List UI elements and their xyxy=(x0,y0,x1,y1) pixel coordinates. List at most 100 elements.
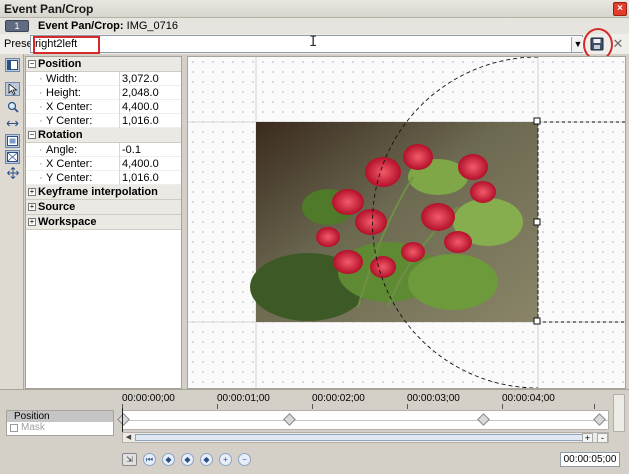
zoom-tool[interactable] xyxy=(5,100,20,114)
prop-row: X Center: 4,400.0 xyxy=(26,100,181,114)
prop-value-field[interactable]: 4,400.0 xyxy=(119,100,181,114)
prop-row: Width: 3,072.0 xyxy=(26,72,181,86)
keyframe-marker[interactable] xyxy=(283,413,296,426)
prop-value-field[interactable]: -0.1 xyxy=(119,143,181,157)
ruler-tick xyxy=(594,404,595,409)
prop-row: Height: 2,048.0 xyxy=(26,86,181,100)
horizontal-move-icon xyxy=(6,120,19,126)
timeline-horizontal-scrollbar[interactable]: ◀ xyxy=(122,432,609,443)
group-workspace[interactable]: + Workspace xyxy=(26,215,181,230)
keyframe-marker[interactable] xyxy=(477,413,490,426)
ruler-label: 00:00:00;00 xyxy=(122,393,175,404)
scroll-thumb[interactable] xyxy=(135,434,583,441)
close-x-icon: ✕ xyxy=(612,36,624,51)
size-center-icon xyxy=(7,152,18,162)
prop-value-field[interactable]: 4,400.0 xyxy=(119,157,181,171)
prop-value-field[interactable]: 1,016.0 xyxy=(119,171,181,185)
size-about-center-tool[interactable] xyxy=(5,150,20,164)
event-title-prefix: Event Pan/Crop: xyxy=(38,20,124,32)
zoom-out-button[interactable]: - xyxy=(597,433,608,443)
preset-input[interactable] xyxy=(30,35,583,53)
preset-dropdown-button[interactable]: ▼ xyxy=(571,37,584,52)
chevron-down-icon: ▼ xyxy=(573,39,583,49)
source-image-photo xyxy=(250,122,538,322)
group-label: Position xyxy=(38,58,82,70)
keyframe-marker[interactable] xyxy=(117,413,130,426)
workspace-overlay xyxy=(188,57,625,388)
playhead-cursor[interactable] xyxy=(122,408,123,432)
ruler-label: 00:00:04;00 xyxy=(502,393,555,404)
keyframe-lane[interactable] xyxy=(117,410,609,430)
first-keyframe-icon[interactable]: ⏮ xyxy=(143,452,156,466)
magnifier-icon xyxy=(7,101,19,113)
event-track-icon: 1 xyxy=(5,20,29,32)
delete-keyframe-icon[interactable]: − xyxy=(238,452,251,466)
group-label: Keyframe interpolation xyxy=(38,186,158,198)
timeline-ruler[interactable]: 00:00:00;00 00:00:01;00 00:00:02;00 00:0… xyxy=(122,391,595,409)
arrow-pointer-icon xyxy=(8,83,18,95)
move-both-axes-tool[interactable] xyxy=(5,166,20,180)
expand-icon[interactable]: + xyxy=(28,218,36,226)
prop-value-field[interactable]: 3,072.0 xyxy=(119,72,181,86)
move-freely-tool[interactable] xyxy=(5,116,20,130)
timeline-vertical-scrollbar[interactable] xyxy=(613,394,625,432)
window-title: Event Pan/Crop xyxy=(4,2,94,16)
prop-name: Y Center: xyxy=(39,114,92,128)
track-mask-label: Mask xyxy=(21,422,45,433)
track-position[interactable]: Position xyxy=(7,411,113,422)
event-header: 1 Event Pan/Crop: IMG_0716 xyxy=(0,18,629,34)
ruler-tick xyxy=(312,404,313,409)
event-title: Event Pan/Crop: IMG_0716 xyxy=(38,20,178,32)
prop-row: Y Center: 1,016.0 xyxy=(26,171,181,185)
lock-aspect-tool[interactable] xyxy=(5,134,20,148)
save-preset-button[interactable] xyxy=(589,36,605,52)
ruler-tick xyxy=(217,404,218,409)
aspect-ratio-icon xyxy=(7,136,18,146)
tool-strip xyxy=(0,54,24,390)
prop-row: Y Center: 1,016.0 xyxy=(26,114,181,128)
collapse-icon[interactable]: − xyxy=(28,60,36,68)
group-label: Workspace xyxy=(38,216,97,228)
group-rotation[interactable]: − Rotation xyxy=(26,128,181,143)
group-position[interactable]: − Position xyxy=(26,57,181,72)
group-source[interactable]: + Source xyxy=(26,200,181,215)
clip-name: IMG_0716 xyxy=(126,20,179,32)
prop-name: X Center: xyxy=(39,100,93,114)
expand-icon[interactable]: + xyxy=(28,188,36,196)
sync-cursor-icon[interactable]: ⇲ xyxy=(122,452,137,466)
lane-line xyxy=(123,420,608,421)
ruler-label: 00:00:01;00 xyxy=(217,393,270,404)
pan-crop-workspace[interactable] xyxy=(187,56,626,389)
group-keyframe-interpolation[interactable]: + Keyframe interpolation xyxy=(26,185,181,200)
collapse-icon[interactable]: − xyxy=(28,131,36,139)
show-properties-tool[interactable] xyxy=(5,58,20,72)
save-disk-icon xyxy=(590,37,604,51)
text-cursor-icon: I xyxy=(309,34,318,50)
prop-row: Angle: -0.1 xyxy=(26,143,181,157)
delete-preset-button[interactable]: ✕ xyxy=(612,37,624,51)
track-mask[interactable]: Mask xyxy=(7,422,113,434)
ruler-tick xyxy=(502,404,503,409)
expand-icon[interactable]: + xyxy=(28,203,36,211)
mask-checkbox[interactable] xyxy=(10,424,18,432)
cursor-timecode[interactable]: 00:00:05;00 xyxy=(560,452,620,467)
prop-value-field[interactable]: 1,016.0 xyxy=(119,114,181,128)
next-keyframe-icon[interactable]: ◆ xyxy=(181,452,194,466)
window-titlebar: Event Pan/Crop × xyxy=(0,0,629,18)
prop-name: Y Center: xyxy=(39,171,92,185)
add-keyframe-icon[interactable]: + xyxy=(219,452,232,466)
scroll-left-icon[interactable]: ◀ xyxy=(123,433,134,442)
keyframe-transport: ⇲ ⏮ ◆ ◆ ◆ + − xyxy=(122,450,282,468)
normal-edit-tool[interactable] xyxy=(5,82,20,96)
prop-name: Angle: xyxy=(39,143,77,157)
previous-keyframe-icon[interactable]: ◆ xyxy=(162,452,175,466)
ruler-tick xyxy=(407,404,408,409)
prop-name: Width: xyxy=(39,72,77,86)
zoom-in-button[interactable]: + xyxy=(582,433,593,443)
window-close-icon[interactable]: × xyxy=(613,2,627,16)
ruler-label: 00:00:03;00 xyxy=(407,393,460,404)
last-keyframe-icon[interactable]: ◆ xyxy=(200,452,213,466)
keyframe-marker[interactable] xyxy=(593,413,606,426)
properties-panel-icon xyxy=(7,60,18,70)
prop-value-field[interactable]: 2,048.0 xyxy=(119,86,181,100)
